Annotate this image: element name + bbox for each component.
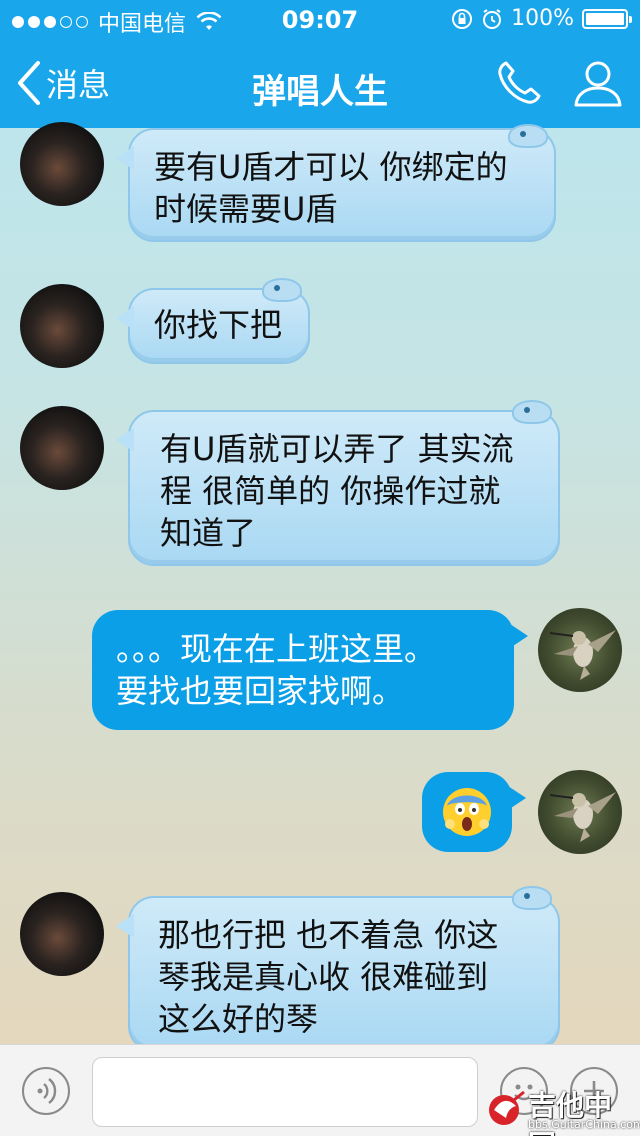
message-line: 有U盾就可以弄了 其实流 (160, 430, 514, 468)
nav-bar: 消息 弹唱人生 (0, 40, 640, 128)
message-line: 程 很简单的 你操作过就 (160, 472, 501, 510)
message-line: 你找下把 (154, 306, 283, 344)
status-bar: 中国电信 09:07 100% (0, 0, 640, 40)
bubble-tail (116, 146, 134, 170)
message-bubble[interactable] (422, 772, 526, 852)
call-button[interactable] (494, 58, 544, 112)
watermark-subtitle: bbs.GuitarChina.com (528, 1118, 640, 1131)
battery-icon (582, 8, 632, 29)
scream-face-icon (443, 788, 491, 836)
alarm-icon (483, 8, 502, 29)
friend-avatar[interactable] (20, 892, 104, 976)
bubble-tail (116, 428, 134, 452)
message-line: 要有U盾才可以 你绑定的 (154, 148, 508, 186)
message-line: 时候需要U盾 (154, 190, 338, 228)
message-line: 。。。现在在上班这里。 (116, 630, 437, 668)
bubble-decoration-icon (512, 400, 552, 424)
bubble-decoration-icon (508, 124, 548, 148)
site-watermark: 吉他中国 bbs.GuitarChina.com (486, 1084, 640, 1136)
bubble-decoration-icon (262, 278, 302, 302)
friend-avatar[interactable] (20, 406, 104, 490)
message-bubble[interactable]: 你找下把 (116, 278, 310, 364)
bubble-tail (116, 914, 134, 938)
battery-percent: 100% (511, 6, 574, 31)
hummingbird-image (549, 792, 616, 842)
voice-icon (37, 1078, 57, 1104)
bubble-tail (116, 306, 134, 330)
message-bubble[interactable]: 。。。现在在上班这里。 要找也要回家找啊。 (92, 610, 528, 730)
my-avatar[interactable] (538, 608, 622, 692)
message-line: 这么好的琴 (158, 1000, 319, 1038)
hummingbird-image (549, 630, 616, 680)
scream-face-drawing (444, 789, 490, 835)
bubble-decoration-icon (512, 886, 552, 910)
message-line: 知道了 (160, 514, 257, 552)
rotation-lock-icon (452, 8, 473, 29)
bubble-tail (510, 624, 528, 648)
guitarchina-logo-icon (489, 1090, 525, 1125)
message-bubble[interactable]: 有U盾就可以弄了 其实流 程 很简单的 你操作过就 知道了 (116, 400, 560, 566)
friend-avatar[interactable] (20, 284, 104, 368)
bubble-tail (508, 786, 526, 810)
chat-title: 弹唱人生 (252, 72, 388, 112)
message-bubble[interactable]: 那也行把 也不着急 你这 琴我是真心收 很难碰到 这么好的琴 (116, 886, 560, 1052)
message-line: 那也行把 也不着急 你这 (158, 916, 499, 954)
friend-avatar[interactable] (20, 122, 104, 206)
message-line: 琴我是真心收 很难碰到 (158, 958, 489, 996)
profile-icon (574, 61, 622, 107)
voice-button[interactable] (22, 1067, 70, 1115)
message-line: 要找也要回家找啊。 (116, 672, 405, 710)
message-bubble[interactable]: 要有U盾才可以 你绑定的 时候需要U盾 (116, 124, 556, 242)
phone-icon (498, 61, 541, 104)
my-avatar[interactable] (538, 770, 622, 854)
battery-fill (586, 12, 624, 25)
message-input[interactable] (92, 1057, 478, 1127)
profile-button[interactable] (572, 58, 624, 112)
status-right: 100% (451, 6, 632, 31)
